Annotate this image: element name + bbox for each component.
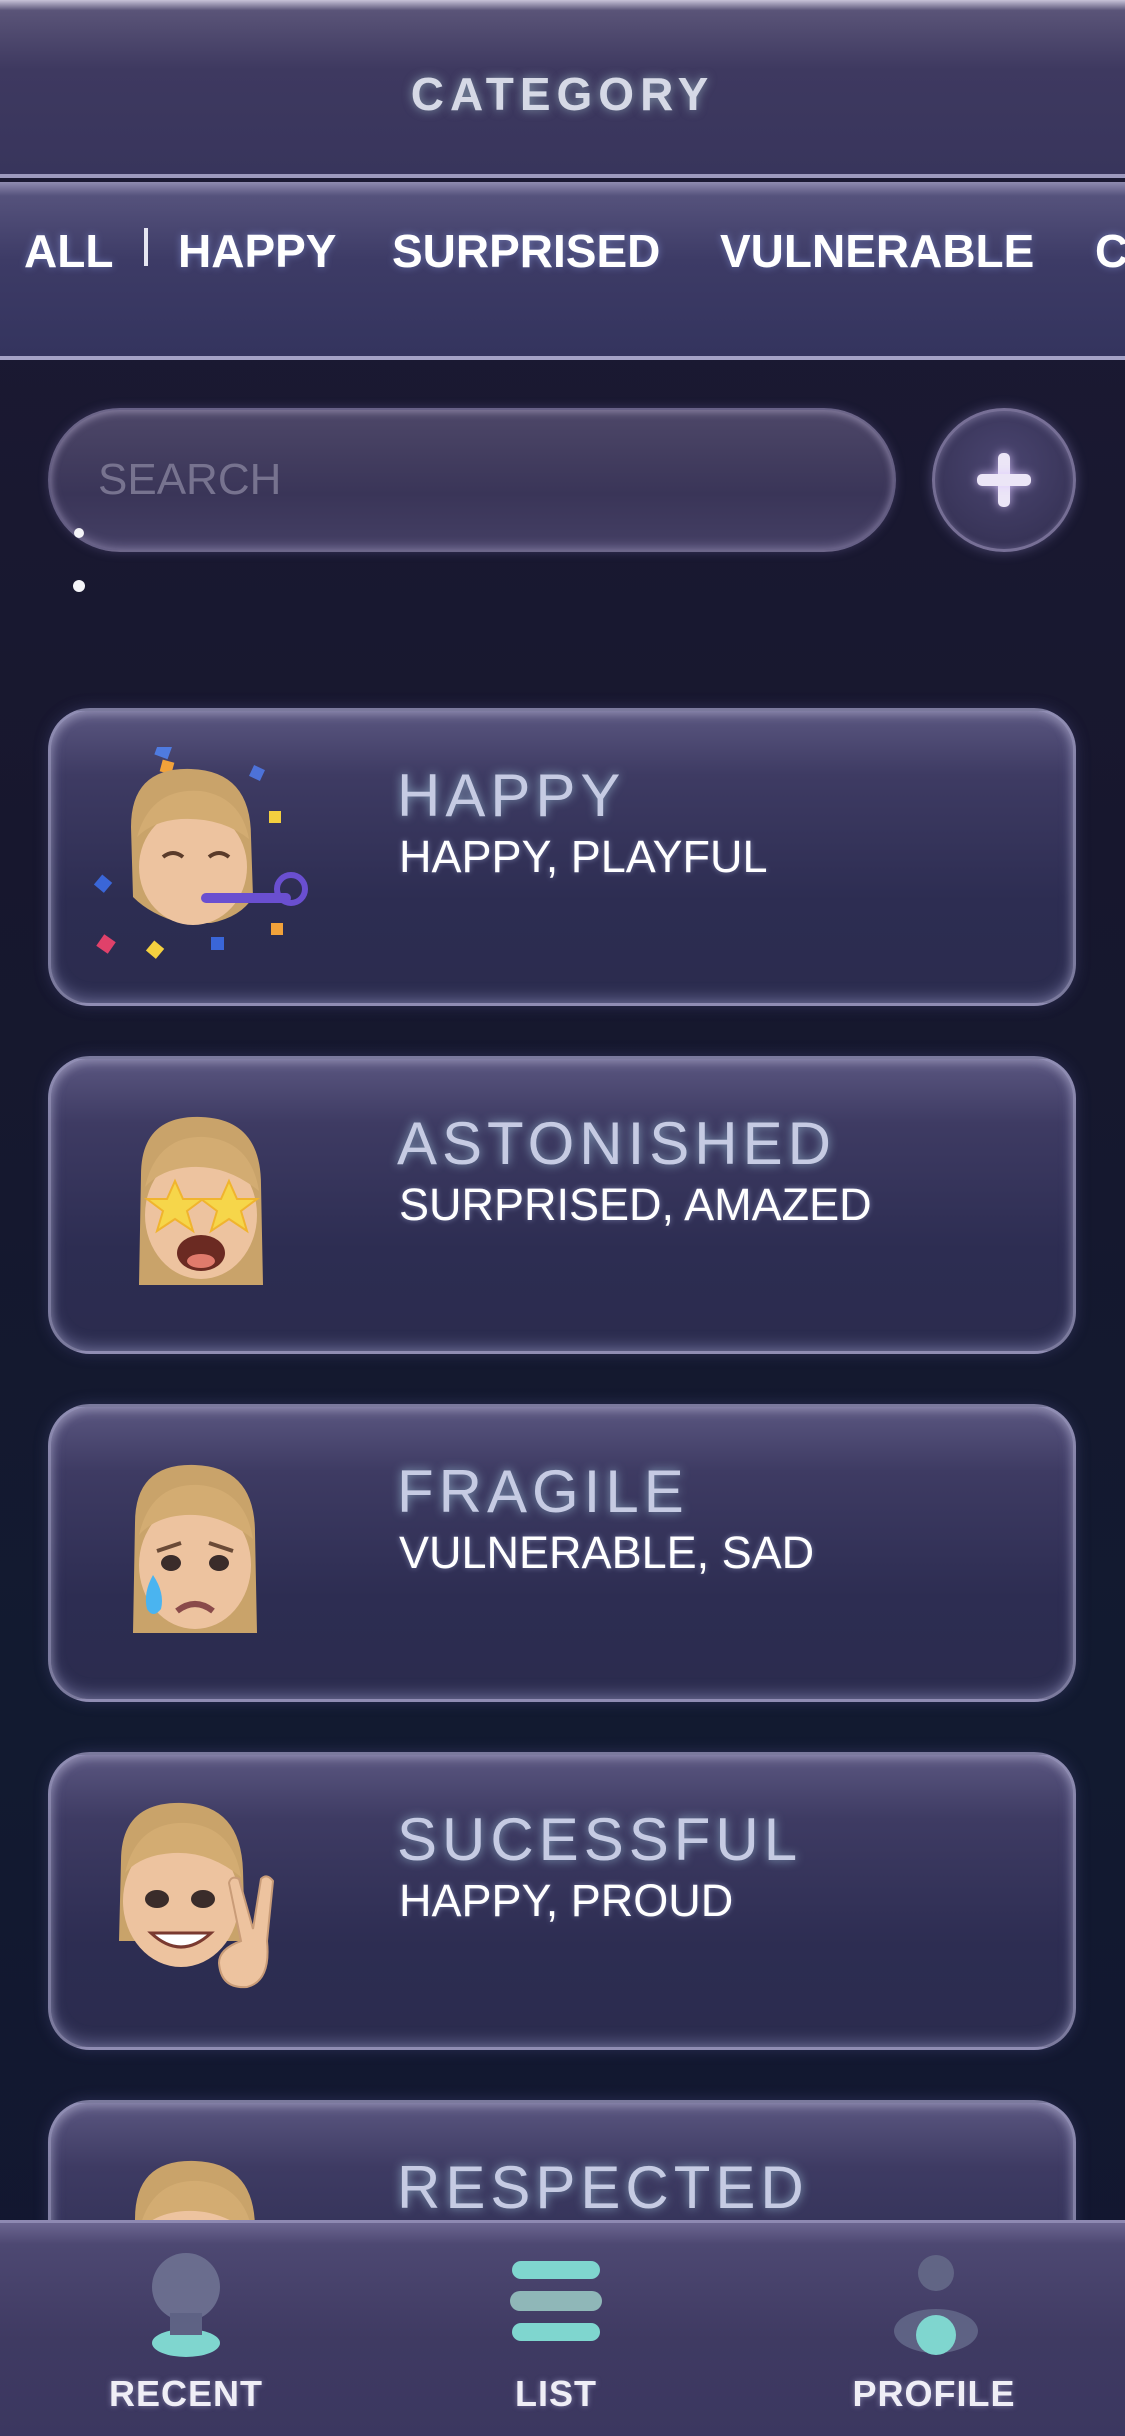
- category-card-fragile[interactable]: FRAGILE VULNERABLE, SAD: [48, 1404, 1076, 1702]
- category-card-respected[interactable]: RESPECTED: [48, 2100, 1076, 2220]
- star-eyes-memoji-icon: [139, 1116, 263, 1285]
- plus-icon: [977, 453, 1031, 507]
- card-title: FRAGILE: [397, 1458, 689, 1525]
- card-subtitle: HAPPY, PLAYFUL: [399, 831, 768, 882]
- nav-list[interactable]: LIST: [406, 2223, 706, 2436]
- nav-profile[interactable]: PROFILE: [784, 2223, 1084, 2436]
- tab-happy[interactable]: HAPPY: [178, 224, 336, 278]
- nav-label: PROFILE: [852, 2373, 1016, 2414]
- crying-memoji-icon: [133, 1464, 257, 1633]
- bottom-navigation: RECENT LIST PROFILE: [0, 2220, 1125, 2436]
- search-input[interactable]: [50, 410, 894, 550]
- nav-label: RECENT: [108, 2373, 263, 2414]
- category-card-astonished[interactable]: ASTONISHED SURPRISED, AMAZED: [48, 1056, 1076, 1354]
- page-header: CATEGORY: [0, 0, 1125, 178]
- tab-surprised[interactable]: SURPRISED: [392, 224, 660, 278]
- card-title: ASTONISHED: [397, 1110, 836, 1177]
- tab-divider: [144, 228, 148, 266]
- tab-vulnerable[interactable]: VULNERABLE: [720, 224, 1034, 278]
- card-title: HAPPY: [397, 762, 626, 829]
- page-title: CATEGORY: [410, 68, 715, 120]
- add-button[interactable]: [932, 408, 1076, 552]
- card-title: SUCESSFUL: [397, 1806, 803, 1873]
- search-bar[interactable]: [48, 408, 896, 552]
- card-subtitle: VULNERABLE, SAD: [399, 1527, 815, 1578]
- card-title: RESPECTED: [397, 2154, 809, 2220]
- category-tabs[interactable]: ALL HAPPY SURPRISED VULNERABLE C: [0, 182, 1125, 360]
- decorative-dot: [73, 580, 85, 592]
- app-screen: HAPPY HAPPY, PLAYFUL ASTONISHED SURPRISE…: [0, 0, 1125, 2436]
- peace-sign-memoji-icon: [119, 1802, 275, 1989]
- nav-label: LIST: [515, 2373, 597, 2414]
- tab-all[interactable]: ALL: [24, 224, 113, 278]
- decorative-dot: [74, 528, 84, 538]
- memoji-icon: [134, 2160, 255, 2220]
- list-icon: [510, 2261, 602, 2341]
- nav-recent[interactable]: RECENT: [36, 2223, 336, 2436]
- category-card-sucessful[interactable]: SUCESSFUL HAPPY, PROUD: [48, 1752, 1076, 2050]
- user-icon: [894, 2255, 978, 2355]
- card-subtitle: HAPPY, PROUD: [399, 1875, 734, 1926]
- party-memoji-icon: [93, 747, 308, 959]
- card-subtitle: SURPRISED, AMAZED: [399, 1179, 872, 1230]
- tab-more[interactable]: C: [1095, 224, 1125, 278]
- location-pin-icon: [152, 2253, 220, 2357]
- category-card-happy[interactable]: HAPPY HAPPY, PLAYFUL: [48, 708, 1076, 1006]
